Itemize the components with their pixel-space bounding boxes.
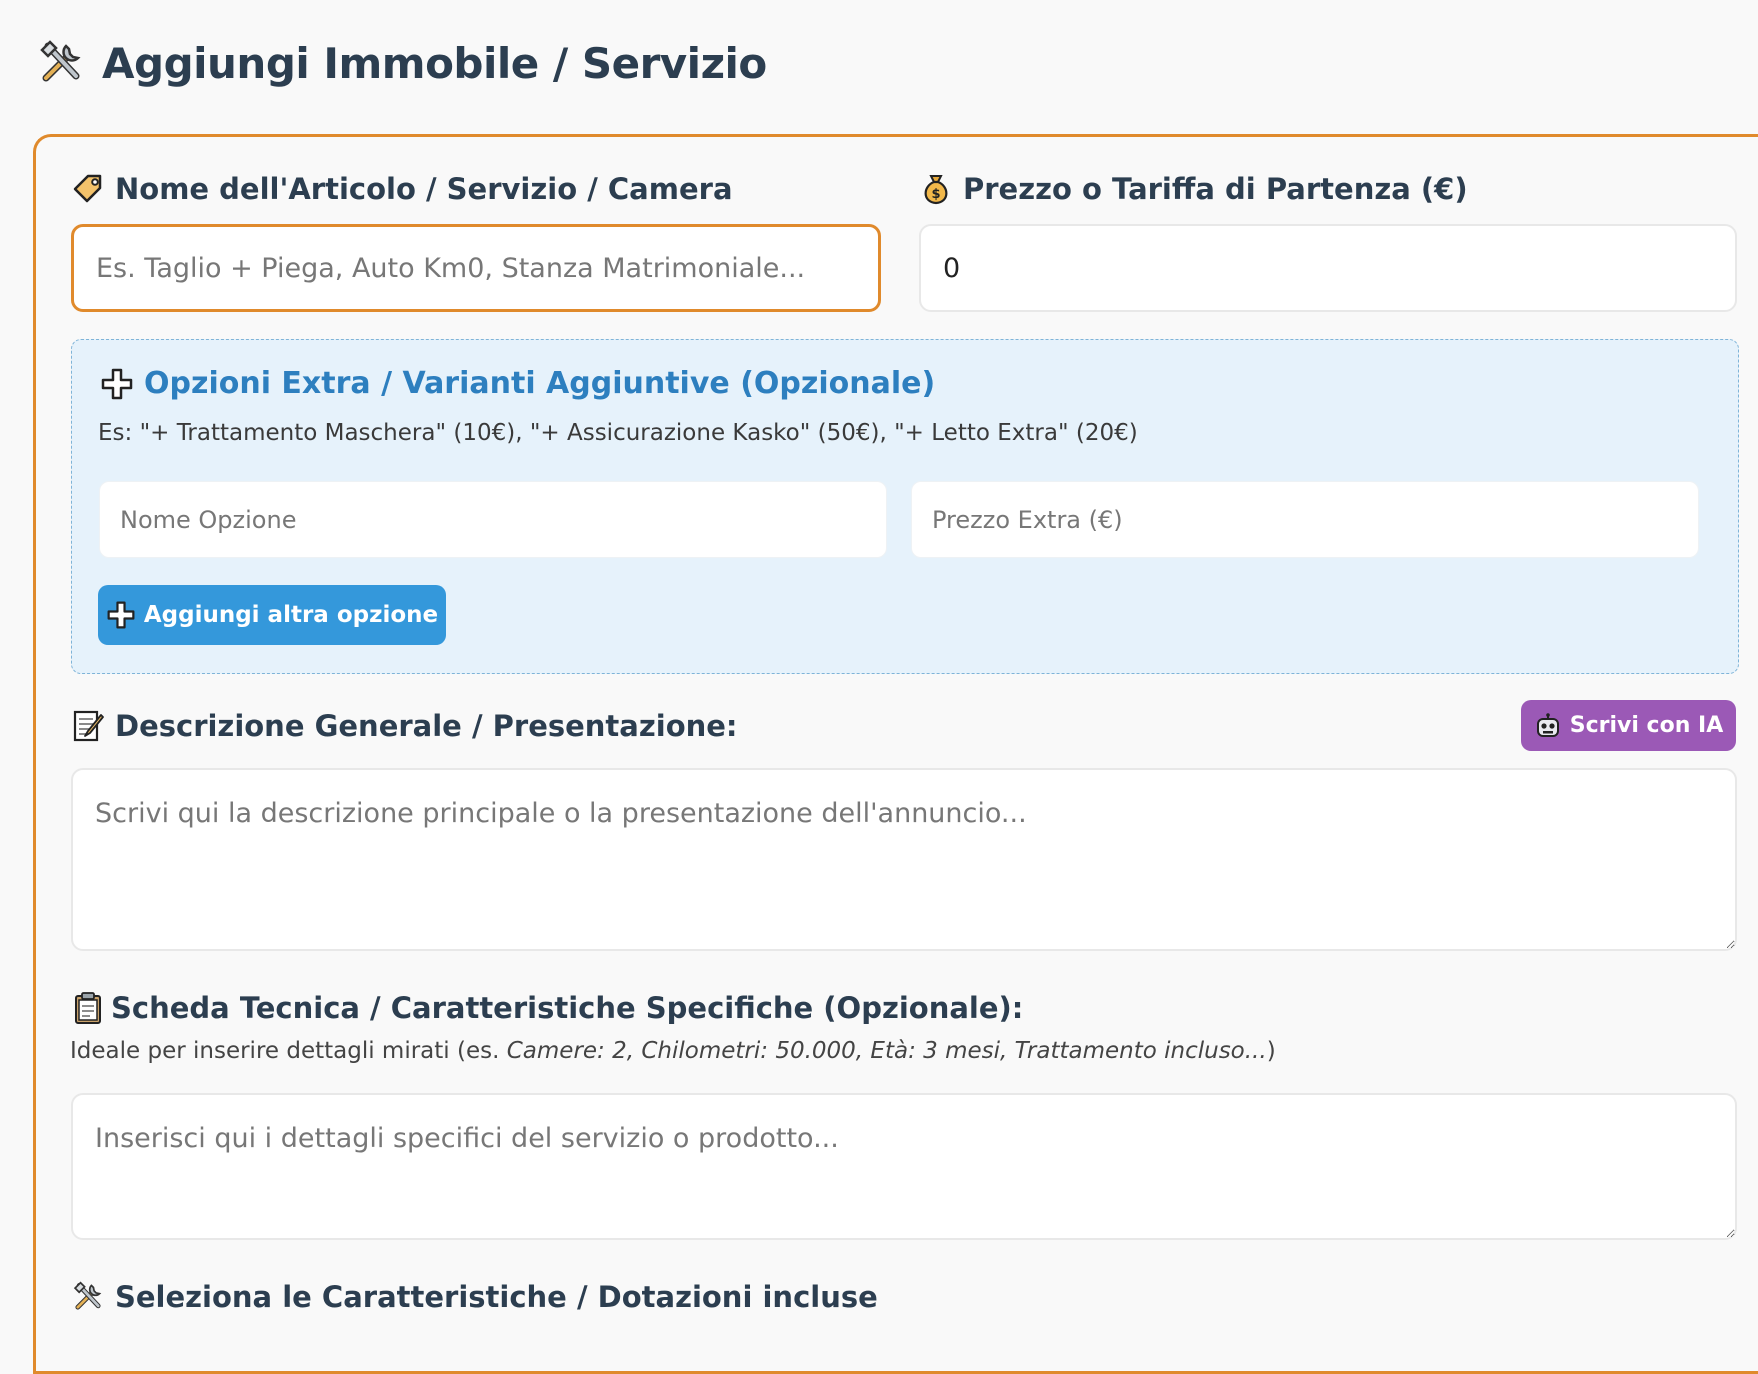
specs-hint-prefix: Ideale per inserire dettagli mirati (es.	[70, 1038, 507, 1064]
extra-options-title-text: Opzioni Extra / Varianti Aggiuntive (Opz…	[144, 366, 936, 401]
page-title: Aggiungi Immobile / Servizio	[36, 38, 767, 88]
page-title-text: Aggiungi Immobile / Servizio	[102, 38, 767, 88]
name-field-label-text: Nome dell'Articolo / Servizio / Camera	[115, 172, 733, 206]
write-with-ai-button[interactable]: Scrivi con IA	[1521, 700, 1736, 751]
add-option-button[interactable]: Aggiungi altra opzione	[98, 585, 446, 645]
specs-hint: Ideale per inserire dettagli mirati (es.…	[70, 1038, 1276, 1064]
option-price-input[interactable]	[911, 481, 1699, 558]
specs-label-text: Scheda Tecnica / Caratteristiche Specifi…	[111, 991, 1024, 1025]
description-textarea[interactable]	[71, 768, 1737, 951]
plus-icon	[100, 367, 134, 401]
tag-icon	[73, 174, 102, 203]
add-option-button-label: Aggiungi altra opzione	[143, 602, 439, 628]
write-with-ai-label: Scrivi con IA	[1569, 713, 1724, 738]
features-label-text: Seleziona le Caratteristiche / Dotazioni…	[115, 1280, 878, 1314]
features-label: Seleziona le Caratteristiche / Dotazioni…	[71, 1280, 878, 1314]
specs-hint-suffix: )	[1266, 1038, 1276, 1064]
tools-icon	[71, 1280, 105, 1314]
extra-options-hint: Es: "+ Trattamento Maschera" (10€), "+ A…	[98, 420, 1138, 446]
robot-icon	[1536, 712, 1559, 737]
money-bag-icon: $	[924, 175, 948, 205]
specs-hint-example: Camere: 2, Chilometri: 50.000, Età: 3 me…	[506, 1038, 1267, 1064]
extra-options-panel: Opzioni Extra / Varianti Aggiuntive (Opz…	[71, 339, 1739, 674]
svg-text:$: $	[931, 187, 940, 202]
plus-icon	[106, 600, 136, 630]
extra-options-title: Opzioni Extra / Varianti Aggiuntive (Opz…	[100, 366, 935, 401]
description-label-text: Descrizione Generale / Presentazione:	[115, 709, 738, 743]
description-label: Descrizione Generale / Presentazione:	[71, 709, 738, 743]
price-field-label-text: Prezzo o Tariffa di Partenza (€)	[963, 172, 1468, 206]
specs-label: Scheda Tecnica / Caratteristiche Specifi…	[71, 991, 1023, 1025]
specs-textarea[interactable]	[71, 1093, 1737, 1240]
tools-icon	[36, 38, 86, 88]
price-field-label: $ Prezzo o Tariffa di Partenza (€)	[919, 172, 1468, 206]
clipboard-icon	[75, 992, 101, 1024]
option-name-input[interactable]	[99, 481, 887, 558]
memo-icon	[73, 710, 104, 742]
item-name-input[interactable]	[71, 224, 881, 312]
price-input[interactable]	[919, 224, 1737, 312]
name-field-label: Nome dell'Articolo / Servizio / Camera	[71, 172, 733, 206]
